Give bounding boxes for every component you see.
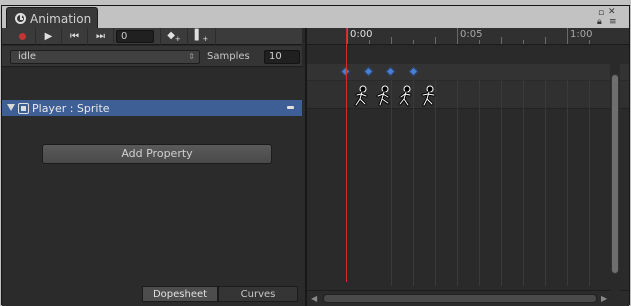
- timeline-area[interactable]: 0:00 0:05 1:00 ◀ ▶: [307, 28, 629, 306]
- ruler-tick: [523, 40, 524, 44]
- clock-icon: [15, 13, 26, 24]
- menu-icon[interactable]: ≡: [609, 18, 617, 27]
- next-key-button[interactable]: ⏭: [88, 28, 114, 45]
- add-event-icon: ▌+: [194, 30, 209, 43]
- animation-window: Animation ▫ ✕ 🔒︎ ≡ ▶ ⏮ ⏭ 0 ◆+ ▌+ idle ⇕ …: [1, 5, 630, 306]
- close-icon[interactable]: ✕: [608, 8, 616, 17]
- sprite-keyframe-icon[interactable]: [397, 85, 415, 107]
- remove-property-icon[interactable]: [287, 106, 294, 109]
- play-button[interactable]: ▶: [36, 28, 62, 45]
- chevron-updown-icon: ⇕: [188, 52, 195, 61]
- add-keyframe-button[interactable]: ◆+: [160, 28, 188, 45]
- grid-line: [523, 80, 524, 286]
- tab-dopesheet[interactable]: Dopesheet: [142, 286, 218, 302]
- property-label: Player : Sprite: [32, 102, 110, 115]
- add-property-button[interactable]: Add Property: [42, 144, 272, 164]
- ruler-tick: [413, 40, 414, 44]
- ruler-tick: [479, 40, 480, 44]
- ruler-tick: [369, 40, 370, 44]
- ruler-label: 1:00: [570, 29, 593, 40]
- time-ruler[interactable]: 0:00 0:05 1:00: [307, 28, 629, 45]
- lock-icon[interactable]: 🔒︎: [597, 18, 602, 27]
- horizontal-scrollbar[interactable]: ◀ ▶: [307, 290, 629, 306]
- clip-bar: idle ⇕ Samples 10: [2, 46, 302, 67]
- tab-animation[interactable]: Animation: [6, 7, 98, 29]
- window-content: ▶ ⏮ ⏭ 0 ◆+ ▌+ idle ⇕ Samples 10 Player:…: [2, 28, 629, 306]
- ruler-label: 0:05: [460, 29, 483, 40]
- tab-bar: Animation ▫ ✕ 🔒︎ ≡: [2, 6, 629, 29]
- tab-curves[interactable]: Curves: [218, 286, 298, 302]
- grid-line: [501, 80, 502, 286]
- sprite-keyframe-icon[interactable]: [420, 85, 438, 107]
- prev-key-icon: ⏮: [70, 31, 79, 42]
- grid-line: [413, 80, 414, 286]
- clip-select-value: idle: [18, 51, 37, 62]
- add-event-button[interactable]: ▌+: [188, 28, 216, 45]
- grid-line: [457, 80, 458, 286]
- scroll-left-icon[interactable]: ◀: [311, 294, 317, 303]
- foldout-arrow-icon[interactable]: [7, 104, 15, 111]
- ruler-tick: [347, 28, 348, 44]
- playhead[interactable]: [346, 28, 347, 282]
- ruler-label: 0:00: [350, 29, 373, 40]
- ruler-tick: [435, 37, 436, 44]
- record-button[interactable]: [10, 28, 36, 45]
- summary-key-row: [307, 64, 629, 80]
- vertical-scrollbar[interactable]: [610, 64, 620, 300]
- property-row[interactable]: Player : Sprite: [2, 100, 302, 116]
- sprite-renderer-icon: [18, 103, 29, 114]
- scroll-right-icon[interactable]: ▶: [601, 294, 607, 303]
- ruler-tick: [457, 28, 458, 44]
- ruler-tick: [391, 37, 392, 44]
- sprite-keyframe-icon[interactable]: [353, 85, 371, 107]
- grid-line: [479, 80, 480, 286]
- window-controls: ▫ ✕ 🔒︎ ≡: [595, 6, 621, 28]
- view-mode-tabs: Dopesheet Curves: [142, 286, 302, 302]
- samples-input[interactable]: 10: [264, 50, 300, 64]
- samples-label: Samples: [207, 51, 250, 62]
- grid-line: [435, 80, 436, 286]
- grid-line: [391, 80, 392, 286]
- play-icon: ▶: [44, 31, 53, 42]
- view-mode-bar: Dopesheet Curves: [2, 284, 305, 306]
- add-keyframe-icon: ◆+: [167, 30, 181, 43]
- prev-key-button[interactable]: ⏮: [62, 28, 88, 45]
- horizontal-scroll-thumb[interactable]: [323, 294, 597, 303]
- next-key-icon: ⏭: [96, 31, 105, 42]
- ruler-tick: [589, 40, 590, 44]
- tab-title: Animation: [30, 12, 92, 26]
- vertical-scroll-thumb[interactable]: [611, 74, 619, 274]
- grid-line: [589, 80, 590, 286]
- frame-field[interactable]: 0: [116, 30, 154, 43]
- toolbar: ▶ ⏮ ⏭ 0 ◆+ ▌+: [2, 28, 302, 45]
- properties-panel: Player : Sprite Add Property: [2, 68, 305, 284]
- clip-select[interactable]: idle ⇕: [10, 50, 200, 64]
- ruler-tick: [545, 37, 546, 44]
- ruler-tick: [567, 28, 568, 44]
- grid-line: [567, 80, 568, 286]
- record-icon: [19, 33, 26, 40]
- ruler-tick: [501, 37, 502, 44]
- grid-line: [545, 80, 546, 286]
- sprite-keyframe-icon[interactable]: [375, 85, 393, 107]
